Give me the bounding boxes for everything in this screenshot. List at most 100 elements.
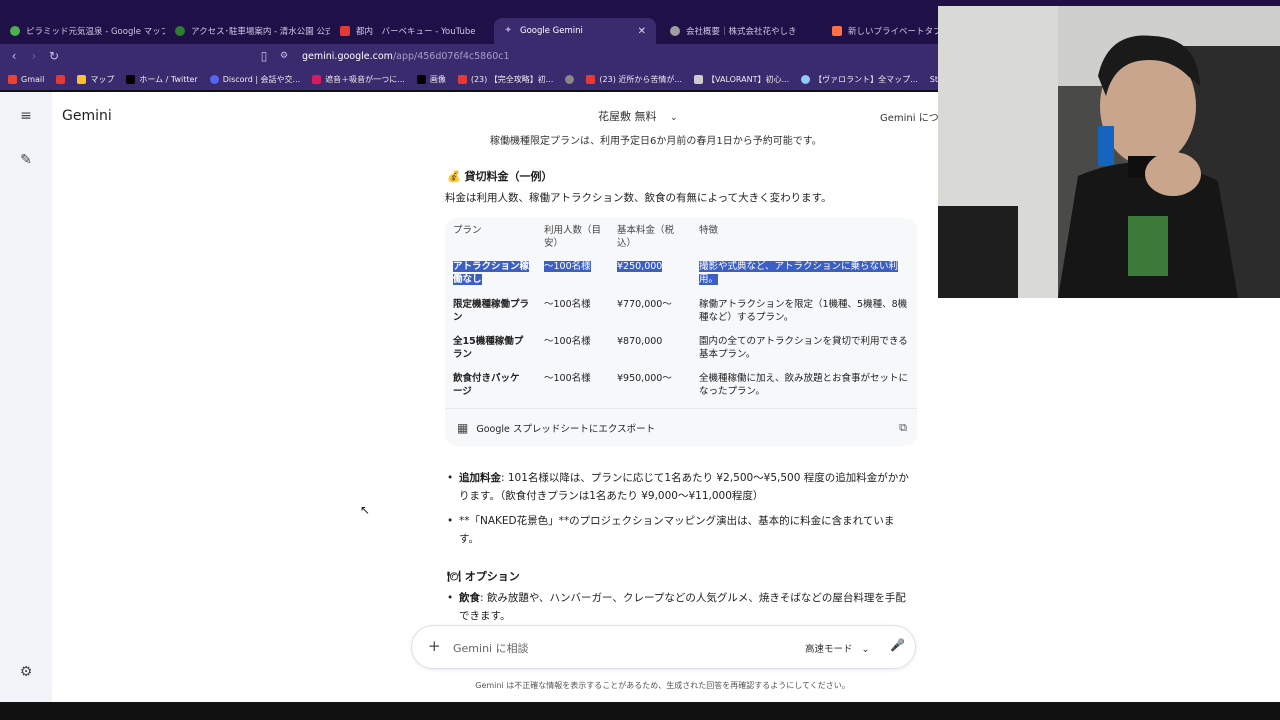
bookmark-item[interactable] (565, 74, 575, 84)
table-cell-people: 〜100名様 (544, 373, 591, 384)
tab-title: 新しいプライベートタブ (848, 27, 940, 37)
bookmark-item[interactable]: Discord | 会話や交... (209, 74, 301, 85)
settings-icon[interactable]: ⚙ (16, 662, 36, 682)
export-to-sheets-button[interactable]: Google スプレッドシートにエクスポート (476, 421, 655, 435)
table-cell-feature: 稼働アトラクションを限定（1機種、5機種、8機種など）するプラン。 (699, 299, 908, 323)
table-cell-text: ¥250,000 (617, 261, 663, 272)
list-item: **「NAKED花景色」**のプロジェクションマッピング演出は、基本的に料金に含… (447, 512, 914, 548)
bookmark-item[interactable]: 【ヴァロラント】全マップ... (801, 74, 918, 85)
forward-icon[interactable]: › (24, 49, 44, 63)
table-header: 利用人数（目安） (544, 225, 602, 249)
app-brand: Gemini (62, 108, 112, 124)
youtube-icon (56, 74, 66, 84)
chevron-down-icon: ⌄ (861, 644, 870, 655)
menu-icon[interactable]: ≡ (16, 106, 36, 126)
mode-selector[interactable]: 高速モード ⌄ (805, 641, 870, 655)
prompt-input-bar: + Gemini に相談 高速モード ⌄ 🎤 (411, 625, 916, 669)
table-cell-plan: 全15機種稼働プラン (453, 336, 524, 360)
bookmark-label: ホーム / Twitter (139, 74, 198, 84)
close-tab-icon[interactable]: ✕ (638, 26, 646, 37)
table-cell-people: 〜100名様 (544, 336, 591, 347)
sheets-table-icon: ▦ (457, 420, 469, 435)
table-cell-plan: 飲食付きパッケージ (453, 373, 520, 397)
table-cell-feature: 全機種稼働に加え、飲み放題とお食事がセットになったプラン。 (699, 373, 909, 397)
bottom-border (0, 702, 1280, 720)
bookmark-icon[interactable]: ▯ (254, 49, 274, 63)
table-cell-people: 〜100名様 (544, 299, 591, 310)
tab-title: アクセス･駐車場案内 - 清水公園 公式 (191, 27, 330, 37)
pricing-table: プラン 利用人数（目安） 基本料金（税込） 特徴 アトラクション稼働なし 〜10… (445, 218, 917, 446)
url-field[interactable]: gemini.google.com/app/456d076f4c5860c1 (302, 51, 510, 62)
bullet-bold-label: 追加料金 (459, 472, 501, 484)
add-attachment-icon[interactable]: + (428, 637, 441, 655)
x-logo-icon (126, 74, 136, 84)
bookmark-item[interactable]: 【VALORANT】初心... (694, 74, 789, 85)
side-rail: ≡ ✎ ⚙ (0, 92, 52, 702)
table-cell-text: 〜100名様 (544, 261, 591, 272)
table-cell-plan: 限定機種稼働プラン (453, 299, 530, 323)
table-cell-feature: 撮影や式典など、アトラクションに乗らない利用。 (699, 260, 903, 286)
table-cell-price: ¥770,000〜 (617, 299, 672, 310)
reload-icon[interactable]: ↻ (44, 49, 64, 63)
bookmark-label: 【VALORANT】初心... (707, 74, 790, 84)
site-info-icon[interactable]: ⚙ (274, 51, 294, 61)
x-logo-icon (416, 74, 426, 84)
copy-table-icon[interactable]: ⧉ (899, 421, 907, 435)
bookmark-item[interactable]: (23) 【完全攻略】初... (457, 74, 553, 85)
section-heading: 🍽 オプション (447, 570, 520, 583)
discord-icon (209, 74, 219, 84)
bookmark-label: Gmail (21, 74, 45, 84)
bookmark-label: Discord | 会話や交... (222, 74, 301, 84)
tab-title: ピラミッド元気温泉 - Google マップ (26, 27, 165, 37)
youtube-icon (586, 74, 596, 84)
bookmark-item[interactable]: 遮音＋吸音が一つに... (312, 74, 405, 85)
browser-tab[interactable]: 都内 バーベキュー - YouTube (330, 18, 495, 44)
globe-icon (565, 74, 575, 84)
browser-tab[interactable]: 会社概要｜株式会社花やしき (660, 18, 822, 44)
browser-tab[interactable]: ピラミッド元気温泉 - Google マップ (0, 18, 165, 44)
list-item: 飲食: 飲み放題や、ハンバーガー、クレープなどの人気グルメ、焼きそばなどの屋台料… (447, 589, 914, 622)
bookmark-item[interactable]: ホーム / Twitter (126, 74, 198, 85)
site-icon (801, 74, 811, 84)
bookmark-item[interactable]: マップ (77, 74, 114, 85)
browser-tab[interactable]: アクセス･駐車場案内 - 清水公園 公式 (165, 18, 330, 44)
microphone-icon[interactable]: 🎤 (890, 638, 905, 652)
disclaimer-text: Gemini は不正確な情報を表示することがあるため、生成された回答を再確認する… (475, 681, 850, 690)
section-heading: 💰 貸切料金（一例） (447, 170, 553, 183)
mouse-cursor-icon: ↖ (360, 503, 371, 517)
webcam-overlay (938, 6, 1280, 298)
table-cell-feature: 園内の全てのアトラクションを貸切で利用できる基本プラン。 (699, 336, 908, 360)
bookmark-item[interactable] (56, 74, 66, 84)
bookmark-label: 【ヴァロラント】全マップ... (814, 74, 918, 84)
table-cell-price: ¥250,000 (617, 260, 692, 273)
bookmark-label: 遮音＋吸音が一つに... (325, 74, 405, 84)
table-cell-people: 〜100名様 (544, 260, 606, 273)
new-chat-icon[interactable]: ✎ (16, 150, 36, 170)
table-header: プラン (453, 225, 482, 236)
url-host: gemini.google.com (302, 50, 393, 62)
table-cell-text: アトラクション稼働なし (453, 261, 530, 285)
maps-icon (77, 74, 87, 84)
site-icon (312, 74, 322, 84)
bookmark-label: マップ (90, 74, 115, 84)
globe-favicon-icon (670, 26, 680, 36)
browser-tab-active[interactable]: ✦ Google Gemini ✕ (494, 18, 656, 44)
bookmark-item[interactable]: 画像 (416, 74, 446, 85)
prompt-input[interactable]: Gemini に相談 (453, 640, 529, 656)
bookmark-item[interactable]: (23) 近所から苦情が... (586, 74, 682, 85)
page-icon (694, 74, 704, 84)
table-cell-plan: アトラクション稼働なし (453, 260, 530, 286)
section-paragraph: 料金は利用人数、稼働アトラクション数、飲食の有無によって大きく変わります。 (445, 192, 832, 204)
bookmark-label: 画像 (429, 74, 446, 84)
bookmark-item[interactable]: Gmail (8, 74, 45, 84)
webcam-person-image (938, 6, 1280, 298)
partially-scrolled-text: 稼働機種限定プランは、利用予定日6か月前の春月1日から予約可能です。 (490, 136, 822, 147)
gmail-icon (8, 74, 17, 84)
back-icon[interactable]: ‹ (4, 49, 24, 63)
gemini-sparkle-icon: ✦ (504, 25, 513, 36)
bookmark-label: (23) 近所から苦情が... (599, 74, 683, 84)
bullet-text: : 101名様以降は、プランに応じて1名あたり ¥2,500〜¥5,500 程度… (459, 472, 909, 502)
browser-tab[interactable]: 新しいプライベートタブ (822, 18, 940, 44)
bullet-bold-label: 飲食 (459, 592, 480, 604)
table-cell-price: ¥950,000〜 (617, 373, 672, 384)
